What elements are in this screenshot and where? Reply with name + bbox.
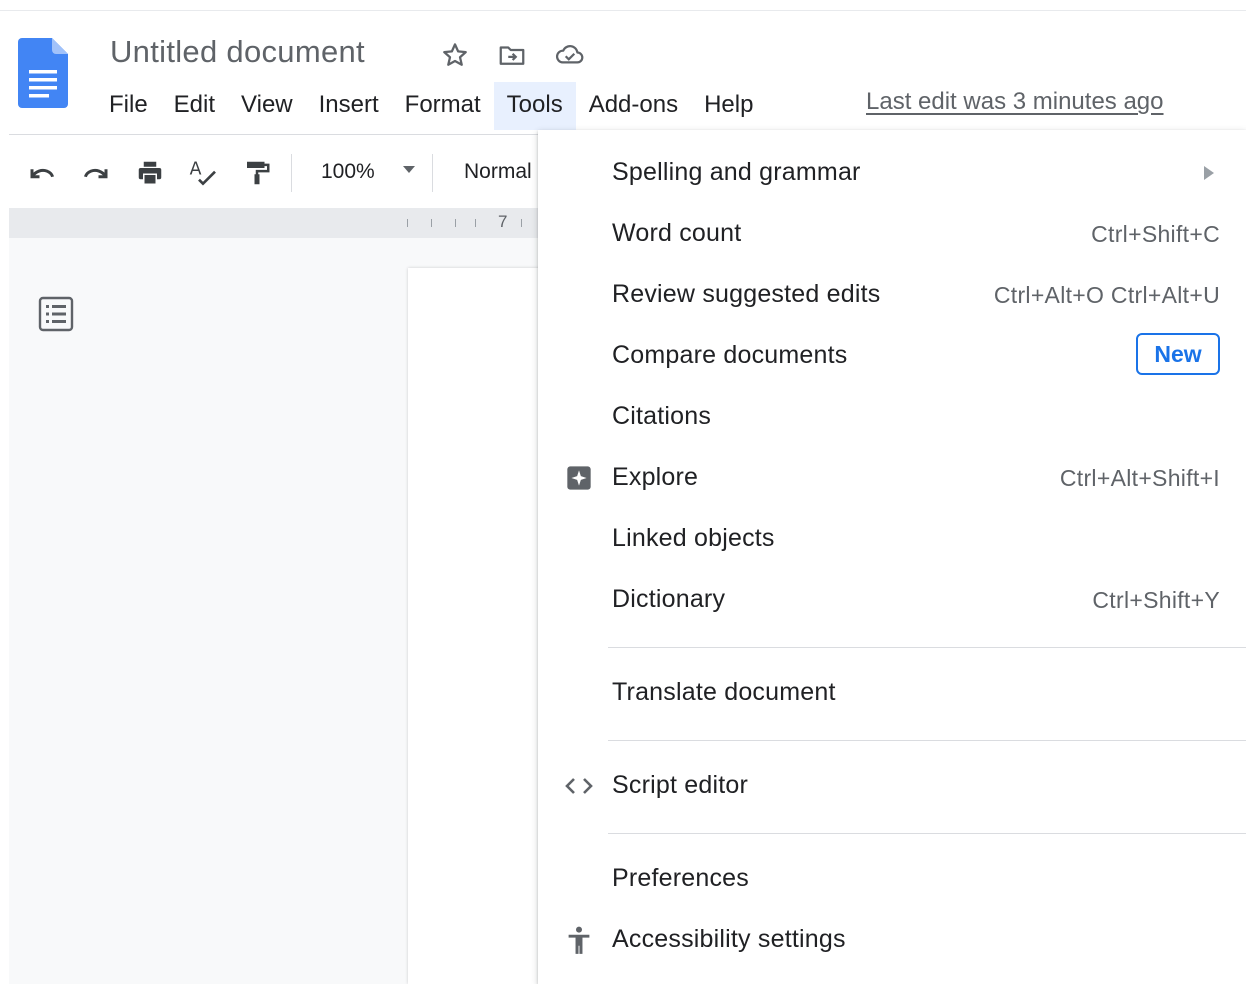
menu-item-label: Word count: [612, 219, 742, 247]
explore-icon: [564, 461, 594, 495]
menu-item-dictionary[interactable]: Dictionary Ctrl+Shift+Y: [538, 571, 1246, 631]
menu-item-label: Compare documents: [612, 341, 848, 369]
chevron-down-icon[interactable]: [403, 166, 415, 173]
star-icon[interactable]: [438, 38, 472, 72]
toolbar-divider: [291, 154, 292, 192]
print-icon[interactable]: [133, 156, 167, 190]
svg-text:A: A: [190, 159, 202, 179]
menu-add-ons[interactable]: Add-ons: [576, 82, 691, 130]
last-edit-link[interactable]: Last edit was 3 minutes ago: [866, 88, 1164, 116]
menu-item-label: Spelling and grammar: [612, 158, 861, 186]
menu-item-spelling-and-grammar[interactable]: Spelling and grammar: [538, 144, 1246, 204]
ruler-tick: [455, 219, 456, 227]
ruler-tick: [521, 219, 522, 227]
ruler-tick: [407, 219, 408, 227]
menu-item-label: Citations: [612, 402, 712, 430]
menu-view[interactable]: View: [228, 82, 306, 130]
accessibility-icon: [564, 923, 594, 957]
menu-item-label: Accessibility settings: [612, 925, 846, 953]
menu-item-translate-document[interactable]: Translate document: [538, 664, 1246, 724]
top-border: [0, 10, 1246, 11]
menu-item-compare-documents[interactable]: Compare documents New: [538, 327, 1246, 387]
menu-item-accessibility-settings[interactable]: Accessibility settings: [538, 911, 1246, 971]
menu-item-label: Explore: [612, 463, 699, 491]
toolbar-divider: [432, 154, 433, 192]
paint-format-icon[interactable]: [240, 156, 274, 190]
menu-insert[interactable]: Insert: [306, 82, 392, 130]
zoom-select[interactable]: 100%: [321, 160, 375, 184]
menu-item-label: Translate document: [612, 678, 836, 706]
menu-item-shortcut: Ctrl+Shift+C: [1091, 221, 1220, 247]
paragraph-style-select[interactable]: Normal: [464, 160, 532, 184]
submenu-arrow-icon: [1204, 166, 1214, 180]
menu-item-citations[interactable]: Citations: [538, 388, 1246, 448]
menu-bar: File Edit View Insert Format Tools Add-o…: [96, 82, 766, 130]
menu-item-word-count[interactable]: Word count Ctrl+Shift+C: [538, 205, 1246, 265]
menu-separator: [608, 647, 1246, 648]
redo-icon[interactable]: [79, 156, 113, 190]
new-badge: New: [1136, 333, 1220, 375]
menu-edit[interactable]: Edit: [161, 82, 228, 130]
document-title[interactable]: Untitled document: [110, 34, 365, 70]
code-icon: [564, 769, 594, 803]
document-outline-icon[interactable]: [36, 294, 76, 334]
spellcheck-icon[interactable]: A: [186, 156, 220, 190]
menu-item-shortcut: Ctrl+Alt+O Ctrl+Alt+U: [993, 282, 1220, 308]
ruler-tick: [431, 219, 432, 227]
menu-item-label: Dictionary: [612, 585, 726, 613]
cloud-status-icon[interactable]: [553, 38, 587, 72]
menu-item-preferences[interactable]: Preferences: [538, 850, 1246, 910]
menu-item-shortcut: Ctrl+Alt+Shift+I: [1059, 465, 1220, 491]
ruler-tick: [475, 219, 476, 227]
menu-item-linked-objects[interactable]: Linked objects: [538, 510, 1246, 570]
menu-separator: [608, 833, 1246, 834]
move-to-folder-icon[interactable]: [495, 38, 529, 72]
menu-item-explore[interactable]: Explore Ctrl+Alt+Shift+I: [538, 449, 1246, 509]
menu-format[interactable]: Format: [392, 82, 494, 130]
menu-item-label: Preferences: [612, 864, 749, 892]
undo-icon[interactable]: [25, 156, 59, 190]
menu-item-label: Linked objects: [612, 524, 775, 552]
menu-help[interactable]: Help: [691, 82, 766, 130]
menu-tools[interactable]: Tools: [493, 82, 576, 130]
menu-item-shortcut: Ctrl+Shift+Y: [1092, 587, 1220, 613]
menu-item-label: Script editor: [612, 771, 748, 799]
ruler-number: 7: [498, 212, 508, 231]
menu-item-script-editor[interactable]: Script editor: [538, 757, 1246, 817]
menu-separator: [608, 740, 1246, 741]
menu-file[interactable]: File: [96, 82, 161, 130]
menu-item-review-suggested-edits[interactable]: Review suggested edits Ctrl+Alt+O Ctrl+A…: [538, 266, 1246, 326]
menu-item-label: Review suggested edits: [612, 280, 881, 308]
tools-menu-dropdown: Spelling and grammar Word count Ctrl+Shi…: [538, 130, 1246, 984]
docs-logo-icon[interactable]: [18, 38, 68, 108]
